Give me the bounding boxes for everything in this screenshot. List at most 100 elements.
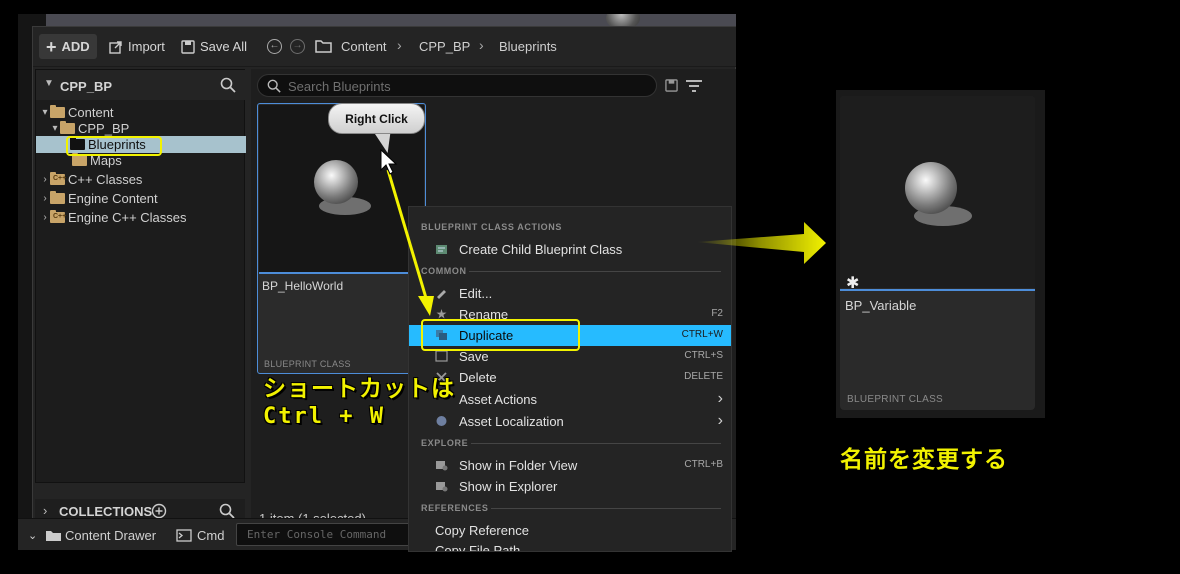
collections-label: COLLECTIONS [59,504,153,519]
tree-header: ▼ CPP_BP [36,70,246,100]
asset-tile-bp-helloworld[interactable]: BP_HelloWorld BLUEPRINT CLASS [257,103,426,374]
folder-icon [60,121,75,134]
menu-item-copy-file-path[interactable]: Copy File Path [409,540,731,552]
save-icon [181,39,195,54]
folder-icon [72,153,87,166]
console-icon [176,529,192,542]
rename-note: 名前を変更する [840,447,1008,473]
folder-tree-panel: ▼ CPP_BP ▾ Content ▾ CPP_BP Blueprints M… [35,69,246,483]
add-button[interactable]: + ADD [39,34,97,59]
sphere-icon [314,160,358,204]
chevron-right-icon[interactable]: › [43,503,47,518]
menu-item-asset-localization[interactable]: Asset Localization › [409,411,731,432]
tree-item-cpp-classes[interactable]: › C++ C++ Classes [36,171,246,188]
highlight-duplicate [421,319,580,351]
explorer-icon [436,482,448,492]
search-icon[interactable] [220,77,236,93]
expanded-arrow-icon[interactable]: ▾ [40,107,50,118]
section-references: REFERENCES [421,503,489,513]
menu-item-asset-actions[interactable]: Asset Actions › [409,389,731,410]
menu-label: Copy File Path [435,543,521,552]
console-command-input[interactable]: Enter Console Command [236,523,416,546]
menu-divider [471,443,721,444]
search-icon[interactable] [219,503,235,519]
expanded-arrow-icon[interactable]: ▾ [50,123,60,134]
collapsed-arrow-icon[interactable]: › [40,212,50,223]
import-button[interactable]: Import [109,34,165,59]
search-input[interactable]: Search Blueprints [257,74,657,97]
import-label: Import [128,39,165,54]
asset-name: BP_HelloWorld [262,279,344,293]
add-collection-icon[interactable] [151,503,167,519]
breadcrumb-blueprints[interactable]: Blueprints [499,39,557,54]
highlight-blueprints-folder [66,136,162,156]
add-label: ADD [61,39,90,54]
asset-thumbnail [840,96,1035,288]
tree-item-label: C++ Classes [68,172,143,187]
chevron-down-icon[interactable]: ⌄ [28,529,37,542]
chevron-right-icon: › [717,412,723,429]
menu-item-delete[interactable]: Delete DELETE [409,367,731,388]
folder-icon [50,191,65,204]
tree-item-content[interactable]: ▾ Content [36,104,246,121]
menu-label: Edit... [459,286,493,301]
breadcrumb-cpp-bp[interactable]: CPP_BP [419,39,470,54]
result-asset-frame: ✱ BP_Variable BLUEPRINT CLASS [836,90,1045,418]
chevron-right-icon: › [717,390,723,407]
menu-shortcut: CTRL+S [684,350,723,361]
collapsed-arrow-icon[interactable]: › [40,193,50,204]
menu-shortcut: DELETE [684,371,723,382]
menu-label: Save [459,349,489,364]
menu-label: Show in Explorer [459,479,558,494]
menu-item-show-in-folder-view[interactable]: Show in Folder View CTRL+B [409,455,731,476]
menu-label: Asset Actions [459,392,538,407]
chevron-down-icon[interactable]: ▼ [44,78,54,89]
menu-item-create-child-blueprint[interactable]: Create Child Blueprint Class [409,239,731,260]
menu-item-show-in-explorer[interactable]: Show in Explorer [409,476,731,497]
save-search-icon[interactable] [665,79,678,92]
filter-icon[interactable] [685,78,703,94]
content-drawer-button[interactable]: Content Drawer [65,528,156,543]
forward-icon[interactable]: → [290,39,305,54]
sphere-icon [905,162,957,214]
import-icon [109,40,122,54]
save-icon [435,350,448,362]
cpp-folder-icon: C++ [50,210,66,223]
breadcrumb-content[interactable]: Content [341,39,387,54]
asset-type: BLUEPRINT CLASS [847,394,944,405]
menu-item-edit[interactable]: Edit... [409,283,731,304]
menu-label: Asset Localization [459,414,564,429]
menu-label: Delete [459,370,497,385]
tree-item-label: CPP_BP [78,121,130,136]
save-all-button[interactable]: Save All [181,34,247,59]
tree-item-label: Content [68,105,114,120]
context-menu: BLUEPRINT CLASS ACTIONS Create Child Blu… [408,206,732,552]
toolbar: + ADD Import Save All ← → Content › CPP_… [33,27,736,67]
cmd-button[interactable]: Cmd [197,528,224,543]
tree-item-engine-content[interactable]: › Engine Content [36,190,246,207]
blueprint-icon [436,245,447,254]
cpp-folder-icon: C++ [50,172,66,185]
menu-divider [469,271,721,272]
collapsed-arrow-icon[interactable]: › [40,174,50,185]
menu-item-copy-reference[interactable]: Copy Reference [409,520,731,541]
menu-label: Create Child Blueprint Class [459,242,623,257]
tree-title: CPP_BP [60,79,113,94]
menu-label: Show in Folder View [459,458,578,473]
edit-icon [437,290,446,299]
folder-icon [315,40,332,53]
asset-tile-bp-variable[interactable]: ✱ BP_Variable BLUEPRINT CLASS [840,96,1035,410]
tile-divider [259,272,424,274]
tree-item-label: Engine C++ Classes [68,210,187,225]
menu-shortcut: CTRL+B [684,459,723,470]
asset-type: BLUEPRINT CLASS [264,359,351,369]
right-click-callout: Right Click [328,103,425,134]
asset-name: BP_Variable [845,298,917,313]
section-blueprint-actions: BLUEPRINT CLASS ACTIONS [421,222,562,232]
back-icon[interactable]: ← [267,39,282,54]
search-placeholder: Search Blueprints [288,79,391,94]
tile-divider [840,289,1035,291]
section-common: COMMON [421,266,467,276]
tree-item-cpp-bp[interactable]: ▾ CPP_BP [36,120,246,137]
tree-item-engine-cpp-classes[interactable]: › C++ Engine C++ Classes [36,209,246,226]
